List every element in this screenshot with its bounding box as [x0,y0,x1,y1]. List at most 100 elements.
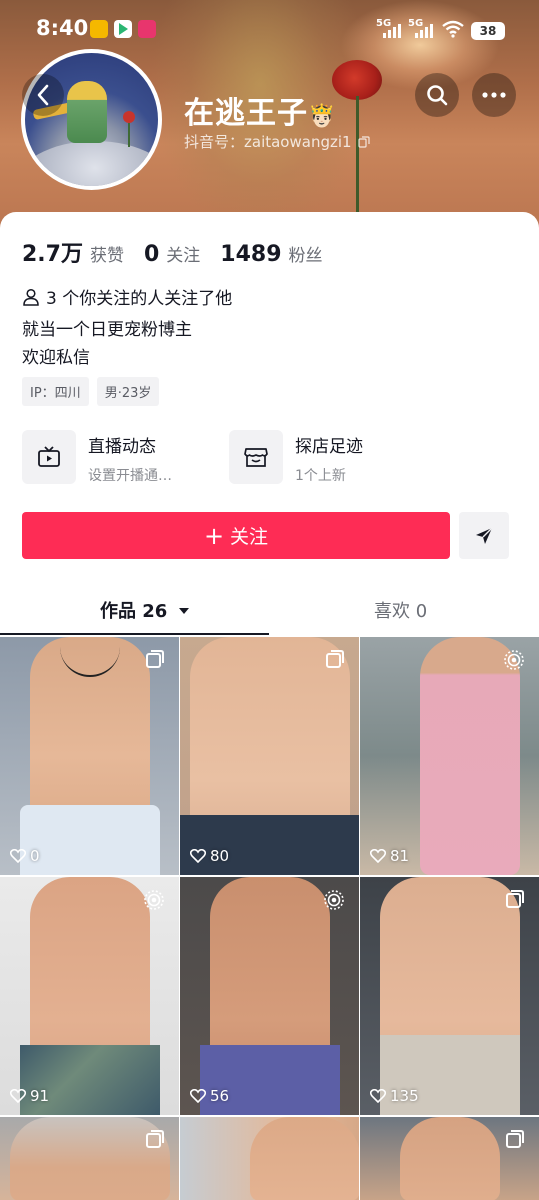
followers-count[interactable]: 1489 [220,242,281,267]
nickname-text: 在逃王子 [184,96,308,131]
video-likes-count: 91 [30,1087,50,1105]
follow-button-label: 关注 [230,526,269,548]
message-button[interactable] [459,512,509,559]
heart-icon [370,1089,386,1103]
multi-image-icon [505,1129,525,1153]
video-likes: 91 [10,1087,49,1105]
copy-icon[interactable] [358,136,370,148]
video-likes-count: 56 [210,1087,230,1105]
video-tile[interactable]: 91 [0,877,179,1115]
live-updates-entry[interactable]: 直播动态 设置开播通… [22,430,172,485]
plus-icon: + [203,521,225,550]
notification-app-icon-yellow [90,20,108,38]
live-photo-icon [323,889,345,915]
video-likes-count: 0 [30,847,40,865]
video-tile[interactable]: 81 [360,637,539,875]
active-tab-underline [0,633,269,635]
video-tile[interactable]: 135 [360,877,539,1115]
multi-image-icon [505,889,525,913]
profile-tags: IP：四川 男·23岁 [22,377,160,406]
search-button[interactable] [415,73,459,117]
live-updates-title: 直播动态 [88,437,156,457]
avatar-planet [25,141,158,186]
live-updates-subtitle: 设置开播通… [88,468,172,484]
live-photo-icon [503,649,525,675]
heart-icon [190,849,206,863]
heart-icon [370,849,386,863]
video-likes: 56 [190,1087,229,1105]
video-tile[interactable]: 80 [180,637,359,875]
ip-location-tag: IP：四川 [22,377,89,406]
video-tile[interactable]: 0 [0,637,179,875]
thumbnail-jeans [180,815,359,875]
heart-icon [190,1089,206,1103]
video-likes: 135 [370,1087,419,1105]
profile-nickname: 在逃王子🤴🏻 [184,88,336,132]
video-likes-count: 81 [390,847,410,865]
battery-indicator: 38 [471,22,505,40]
tab-likes[interactable]: 喜欢 0 [374,597,427,623]
video-likes-count: 135 [390,1087,419,1105]
followers-label: 粉丝 [288,246,323,266]
more-dots-icon [482,92,506,98]
profile-bio: 就当一个日更宠粉博主 欢迎私信 [22,316,192,372]
video-tile[interactable] [0,1117,179,1200]
thumbnail-shorts [20,805,160,875]
heart-icon [10,1089,26,1103]
video-likes: 0 [10,847,40,865]
video-tile[interactable] [360,1117,539,1200]
tv-icon [22,430,76,484]
mutual-followers[interactable]: 3 个你关注的人关注了他 [22,284,232,309]
chevron-left-icon [37,84,49,106]
tab-works[interactable]: 作品 26 [100,597,190,623]
caret-down-icon [178,608,189,614]
more-button[interactable] [472,73,516,117]
video-tile[interactable]: 56 [180,877,359,1115]
avatar-rose [123,111,135,123]
signal-bars-2-icon [415,22,433,38]
banner-rose [332,60,382,100]
search-icon [427,85,448,106]
live-photo-icon [143,889,165,915]
bio-line-2: 欢迎私信 [22,348,90,368]
likes-count[interactable]: 2.7万 [22,236,83,268]
shop-visits-title: 探店足迹 [295,437,363,457]
shop-visits-subtitle: 1个上新 [295,468,346,484]
douyin-id[interactable]: 抖音号：zaitaowangzi1 [184,131,370,152]
avatar-figure [67,81,107,143]
mutual-followers-text: 3 个你关注的人关注了他 [46,289,233,309]
follow-button[interactable]: + 关注 [22,512,450,559]
shop-visits-entry[interactable]: 探店足迹 1个上新 [229,430,363,485]
likes-label: 获赞 [89,246,124,266]
signal-bars-1-icon [383,22,401,38]
video-likes: 81 [370,847,409,865]
content-tabs: 作品 26 喜欢 0 [0,585,539,635]
heart-icon [10,849,26,863]
crown-emoji: 🤴🏻 [308,104,337,129]
notification-app-icon-red [138,20,156,38]
bio-line-1: 就当一个日更宠粉博主 [22,320,192,340]
notification-icons [90,20,156,38]
store-icon [229,430,283,484]
video-thumbnail [400,1117,500,1200]
profile-stats: 2.7万 获赞 0 关注 1489 粉丝 [22,236,343,268]
following-count[interactable]: 0 [144,242,159,267]
back-button[interactable] [22,74,64,116]
video-likes-count: 80 [210,847,230,865]
banner-rose-stem [356,96,359,216]
tab-works-label: 作品 26 [100,601,168,622]
wifi-icon [442,20,464,42]
avatar[interactable] [21,49,162,190]
avatar-rose-stem [128,123,130,147]
person-icon [23,288,39,306]
multi-image-icon [145,649,165,673]
send-icon [476,527,493,544]
status-time: 8:40 [36,16,89,40]
video-tile[interactable] [180,1117,359,1200]
video-likes: 80 [190,847,229,865]
notification-app-icon-play [114,20,132,38]
following-label: 关注 [166,246,201,266]
gender-age-tag: 男·23岁 [96,377,160,406]
video-thumbnail [250,1117,359,1200]
multi-image-icon [145,1129,165,1153]
